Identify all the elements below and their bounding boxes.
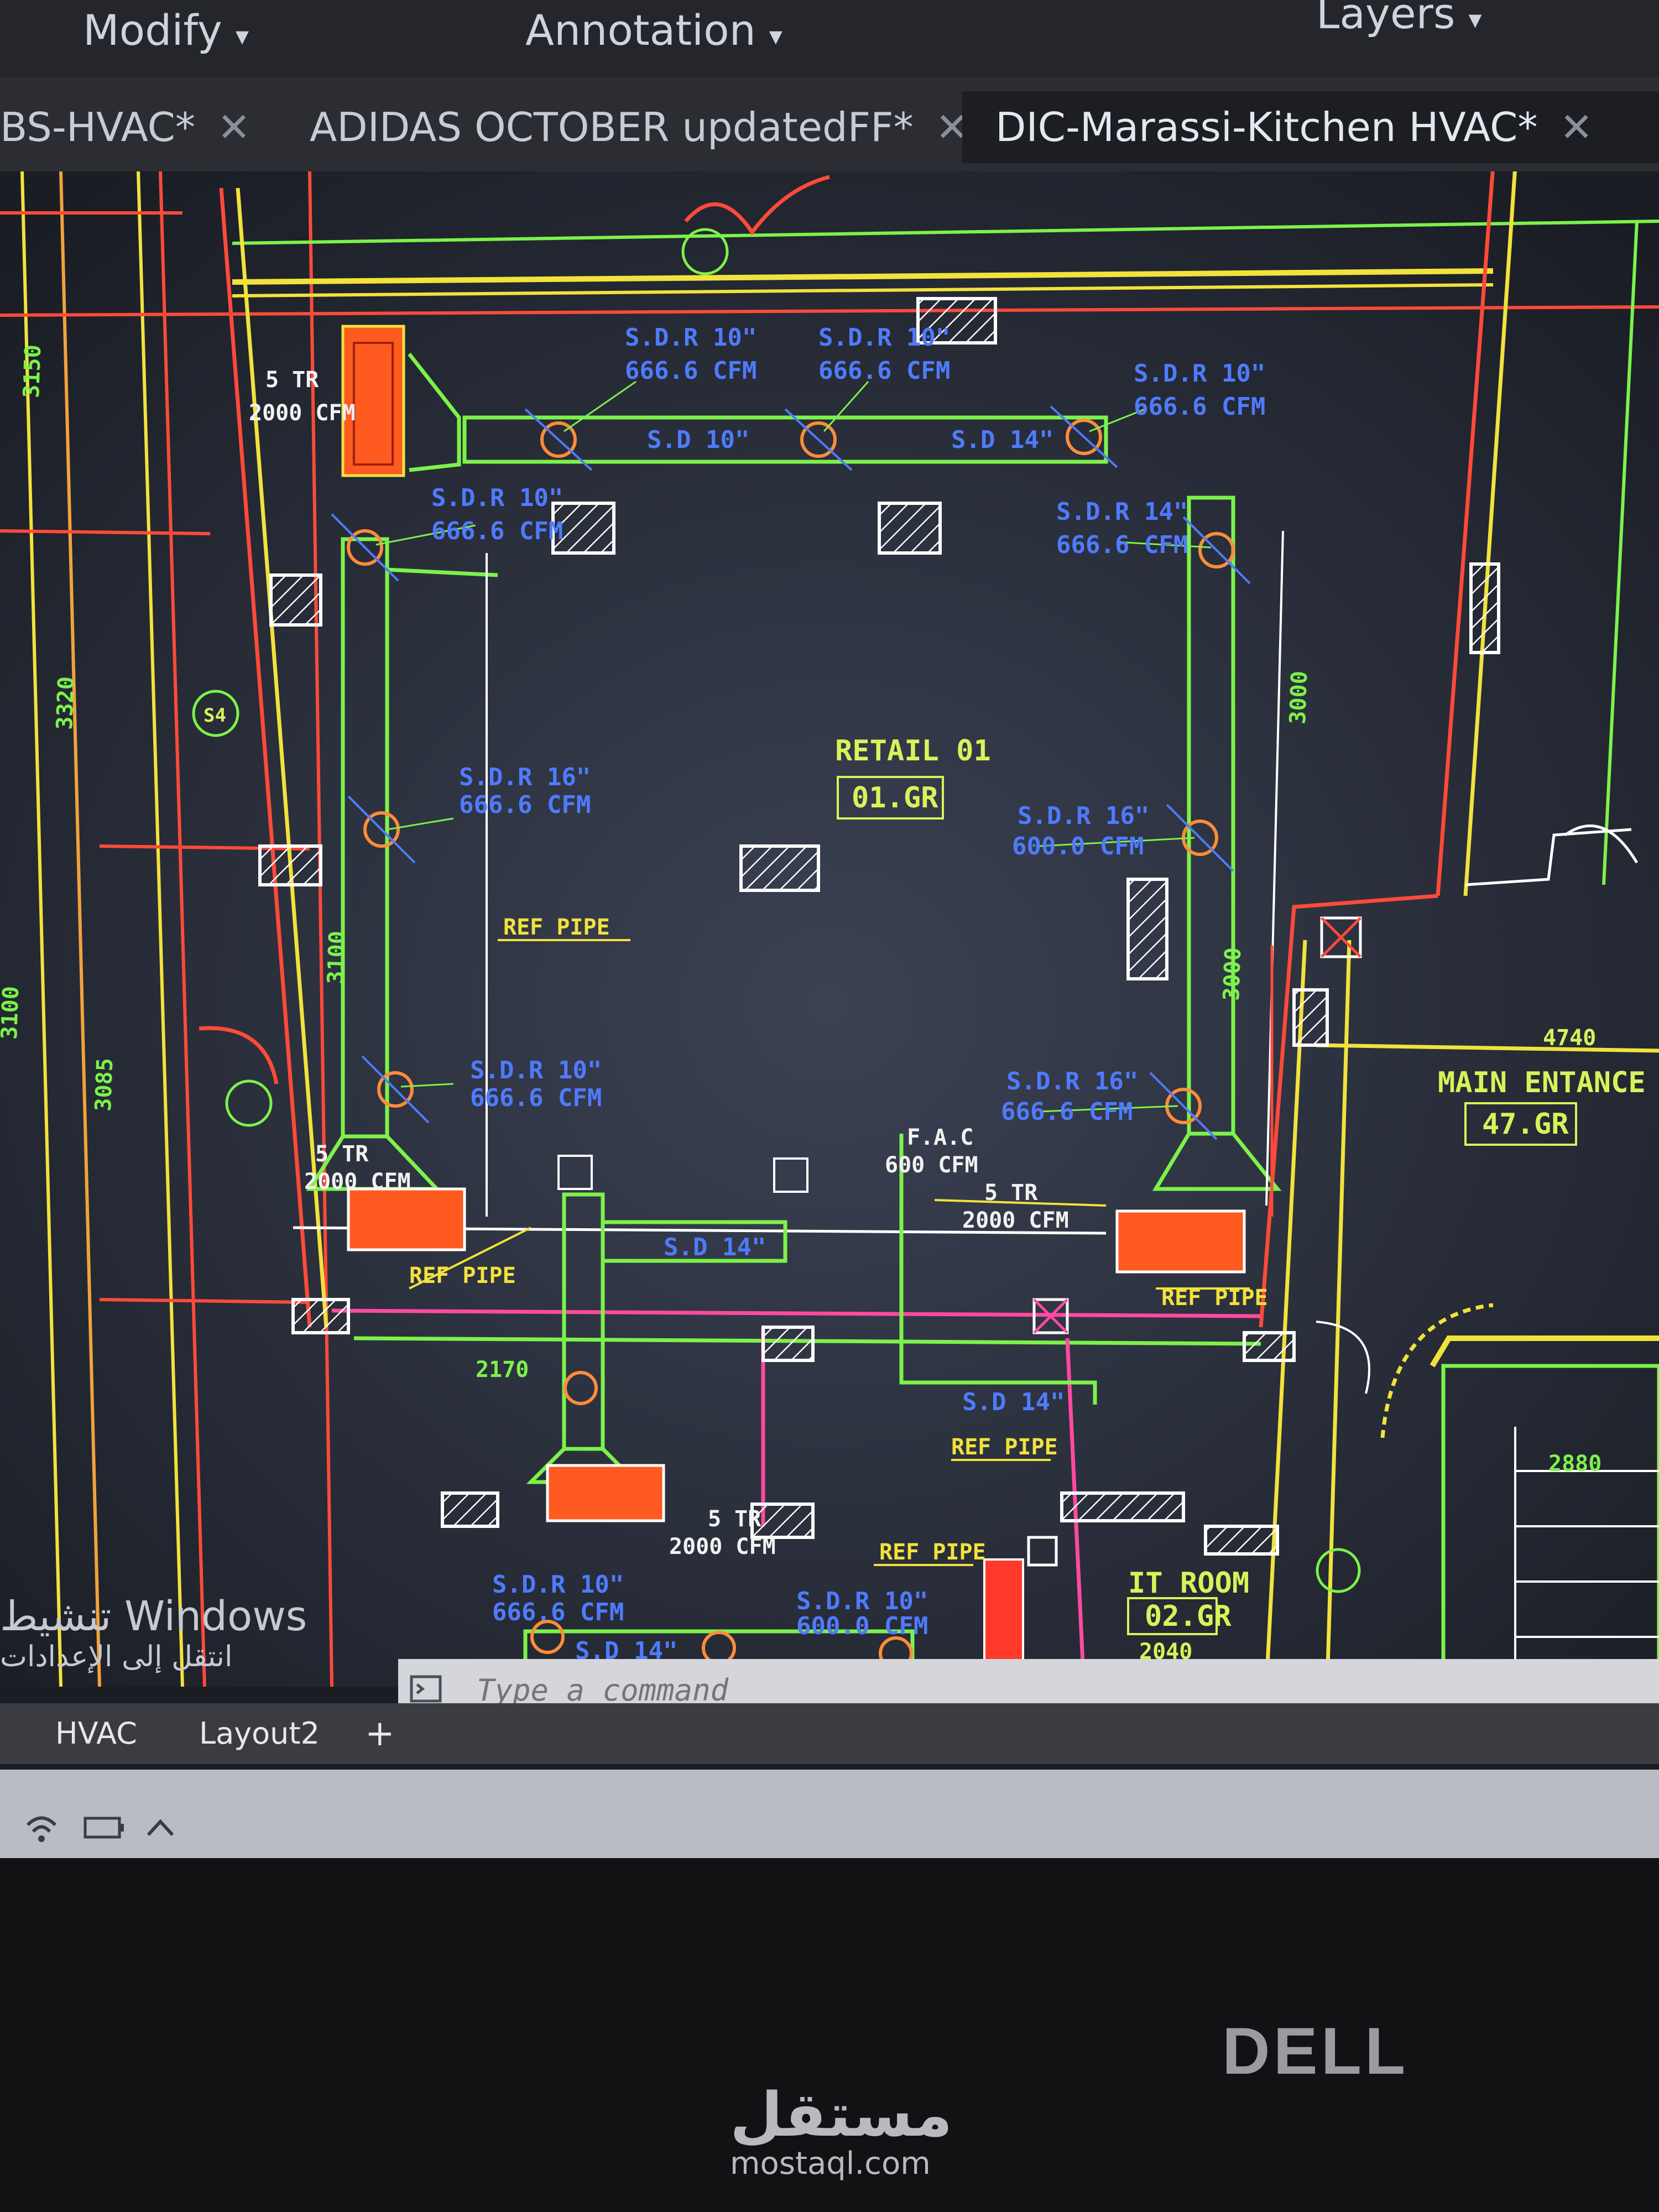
grid-bubble-label: S4 — [204, 705, 226, 727]
diffuser-size-label: S.D.R 10" — [625, 324, 757, 352]
diffuser-size-label: S.D.R 10" — [1134, 359, 1265, 388]
diffuser-cfm-label: 666.6 CFM — [431, 517, 563, 545]
watermark-logo: مستقل — [730, 2079, 953, 2150]
diffuser-cfm-label: 666.6 CFM — [625, 357, 757, 385]
diffuser-cfm-label: 666.6 CFM — [470, 1084, 602, 1112]
ribbon-panel-modify[interactable]: Modify ▾ — [83, 6, 249, 55]
close-icon[interactable]: ✕ — [217, 104, 251, 150]
ribbon-panel-label: Layers — [1316, 0, 1455, 38]
diffuser-cfm-label: 666.6 CFM — [492, 1598, 624, 1626]
file-tab-bar: BS-HVAC* ✕ ADIDAS OCTOBER updatedFF* ✕ DIC… — [0, 77, 1659, 171]
duct-size-label: S.D 14" — [962, 1388, 1065, 1416]
dimension-label: 3000 — [1285, 670, 1312, 724]
unit-capacity-label: 5 TR — [984, 1180, 1038, 1206]
canvas-background — [0, 171, 1659, 1687]
activation-subtitle: انتقل إلى الإعدادات — [0, 1640, 233, 1673]
tab-layout2[interactable]: Layout2 — [199, 1703, 320, 1764]
unit-capacity-label: 5 TR — [708, 1506, 761, 1532]
ref-pipe-label: REF PIPE — [503, 915, 610, 940]
dimension-label: 3100 — [323, 930, 350, 984]
close-icon[interactable]: ✕ — [1559, 104, 1593, 150]
diffuser-size-label: S.D.R 10" — [796, 1587, 928, 1615]
ref-pipe-label: REF PIPE — [409, 1263, 516, 1288]
diffuser-cfm-label: 666.6 CFM — [1001, 1098, 1133, 1126]
room-code-label: 02.GR — [1145, 1600, 1232, 1633]
diffuser-cfm-label: 600.0 CFM — [1012, 832, 1144, 860]
dimension-label: 2880 — [1548, 1451, 1601, 1477]
monitor-screen: Modify ▾ Annotation ▾ Layers ▾ BS-HVAC* ✕ AD… — [0, 0, 1659, 1858]
dimension-label: 3085 — [91, 1057, 118, 1112]
diffuser-size-label: S.D.R 10" — [470, 1056, 602, 1084]
diffuser-size-label: S.D.R 10" — [492, 1571, 624, 1599]
diffuser-size-label: S.D.R 10" — [818, 324, 950, 352]
room-code-label: 01.GR — [852, 781, 938, 815]
room-name-label: IT ROOM — [1128, 1567, 1249, 1600]
diffuser-size-label: S.D.R 16" — [459, 763, 591, 791]
ribbon-panel-layers[interactable]: Layers ▾ — [1316, 0, 1482, 38]
unit-cfm-label: 2000 CFM — [962, 1208, 1069, 1233]
dimension-label: 3100 — [0, 985, 24, 1040]
ribbon-panel-label: Modify — [83, 6, 222, 55]
room-name-label: MAIN ENTANCE — [1438, 1066, 1646, 1099]
command-prompt-icon[interactable] — [409, 1672, 442, 1705]
duct-size-label: S.D 10" — [647, 426, 749, 454]
dimension-label: 3000 — [1219, 947, 1246, 1001]
diffuser-cfm-label: 666.6 CFM — [1056, 531, 1188, 559]
room-code-label: 47.GR — [1482, 1108, 1569, 1141]
watermark-url: mostaql.com — [730, 2146, 931, 2182]
diffuser-cfm-label: 666.6 CFM — [1134, 393, 1265, 421]
dimension-label: 3150 — [19, 344, 46, 398]
fac-label: F.A.C — [907, 1125, 973, 1150]
room-name-label: RETAIL 01 — [835, 734, 991, 768]
ribbon-panel-label: Annotation — [525, 6, 756, 55]
chevron-down-icon: ▾ — [1468, 4, 1482, 35]
ribbon: Modify ▾ Annotation ▾ Layers ▾ — [0, 0, 1659, 77]
ref-pipe-label: REF PIPE — [879, 1540, 986, 1565]
dimension-label: 2170 — [476, 1357, 529, 1383]
room-dim-label: 4740 — [1543, 1025, 1596, 1051]
chevron-up-icon[interactable] — [144, 1814, 177, 1841]
diffuser-size-label: S.D.R 10" — [431, 484, 563, 512]
fac-cfm-label: 600 CFM — [885, 1152, 978, 1178]
unit-cfm-label: 2000 CFM — [304, 1169, 411, 1194]
duct-size-label: S.D 14" — [951, 426, 1053, 454]
file-tab-label: BS-HVAC* — [0, 104, 195, 150]
layout-tab-bar: HVAC Layout2 + — [0, 1703, 1659, 1764]
taskbar-tray — [0, 1770, 1659, 1858]
unit-capacity-label: 5 TR — [265, 367, 319, 393]
diffuser-cfm-label: 666.6 CFM — [459, 791, 591, 819]
ref-pipe-label: REF PIPE — [1161, 1285, 1268, 1311]
monitor-brand-logo: DELL — [1222, 2014, 1409, 2088]
dimension-label: 3320 — [52, 676, 79, 730]
file-tab-label: DIC-Marassi-Kitchen HVAC* — [995, 104, 1538, 150]
file-tab-adidas[interactable]: ADIDAS OCTOBER updatedFF* ✕ — [310, 91, 969, 163]
cad-drawing[interactable]: S.D.R 10" 666.6 CFM S.D.R 10" 666.6 CFM … — [0, 171, 1659, 1687]
ribbon-panel-annotation[interactable]: Annotation ▾ — [525, 6, 782, 55]
diffuser-cfm-label: 600.0 CFM — [796, 1612, 928, 1640]
diffuser-size-label: S.D.R 16" — [1018, 802, 1149, 830]
chevron-down-icon: ▾ — [769, 20, 782, 51]
activation-title: تنشيط Windows — [0, 1593, 307, 1640]
unit-cfm-label: 2000 CFM — [669, 1534, 776, 1559]
diffuser-size-label: S.D.R 16" — [1006, 1067, 1138, 1095]
file-tab-bs-hvac[interactable]: BS-HVAC* ✕ — [0, 91, 260, 163]
file-tab-marassi-kitchen[interactable]: DIC-Marassi-Kitchen HVAC* ✕ — [962, 91, 1659, 163]
add-layout-button[interactable]: + — [365, 1703, 395, 1764]
wifi-icon[interactable] — [22, 1808, 61, 1847]
unit-cfm-label: 2000 CFM — [249, 400, 356, 426]
diffuser-size-label: S.D.R 14" — [1056, 498, 1188, 526]
windows-activation-notice: تنشيط Windows انتقل إلى الإعدادات — [0, 1593, 332, 1673]
drawing-canvas[interactable]: S.D.R 10" 666.6 CFM S.D.R 10" 666.6 CFM … — [0, 171, 1659, 1687]
unit-capacity-label: 5 TR — [315, 1141, 369, 1167]
battery-icon[interactable] — [83, 1814, 127, 1841]
diffuser-cfm-label: 666.6 CFM — [818, 357, 950, 385]
chevron-down-icon: ▾ — [235, 20, 249, 51]
duct-size-label: S.D 14" — [664, 1233, 766, 1261]
ref-pipe-label: REF PIPE — [951, 1434, 1058, 1460]
file-tab-label: ADIDAS OCTOBER updatedFF* — [310, 104, 914, 150]
tab-hvac[interactable]: HVAC — [55, 1703, 137, 1764]
